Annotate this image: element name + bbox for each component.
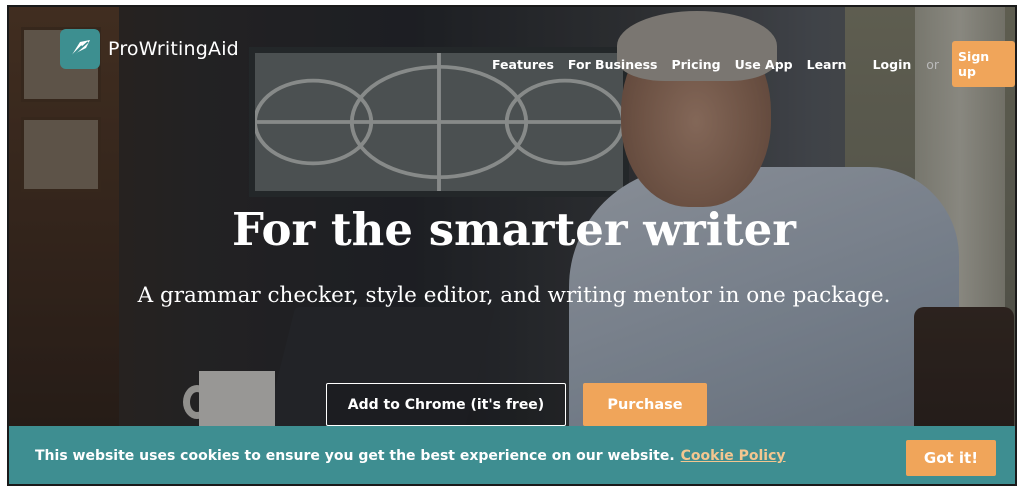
main-nav: Features For Business Pricing Use App Le… xyxy=(492,41,1015,87)
cookie-message: This website uses cookies to ensure you … xyxy=(35,448,675,464)
nav-item-features[interactable]: Features xyxy=(492,57,554,72)
nav-item-for-business[interactable]: For Business xyxy=(568,57,658,72)
nav-item-use-app[interactable]: Use App xyxy=(735,57,793,72)
cookie-policy-link[interactable]: Cookie Policy xyxy=(681,448,786,464)
nav-item-pricing[interactable]: Pricing xyxy=(671,57,720,72)
hero-subtitle: A grammar checker, style editor, and wri… xyxy=(137,283,891,308)
signup-button[interactable]: Sign up xyxy=(952,41,1015,87)
cookie-banner: This website uses cookies to ensure you … xyxy=(9,426,1015,484)
page-frame: ProWritingAid Features For Business Pric… xyxy=(7,5,1017,486)
cookie-accept-button[interactable]: Got it! xyxy=(906,440,996,476)
feather-icon xyxy=(60,29,100,69)
add-to-chrome-button[interactable]: Add to Chrome (it's free) xyxy=(326,383,566,426)
brand-logo[interactable]: ProWritingAid xyxy=(60,29,239,69)
cookie-message-row: This website uses cookies to ensure you … xyxy=(35,448,786,464)
brand-name: ProWritingAid xyxy=(108,38,239,60)
nav-item-learn[interactable]: Learn xyxy=(807,57,847,72)
purchase-button[interactable]: Purchase xyxy=(583,383,707,426)
login-link[interactable]: Login xyxy=(873,57,912,72)
hero-title: For the smarter writer xyxy=(232,203,796,256)
or-separator: or xyxy=(926,56,940,72)
